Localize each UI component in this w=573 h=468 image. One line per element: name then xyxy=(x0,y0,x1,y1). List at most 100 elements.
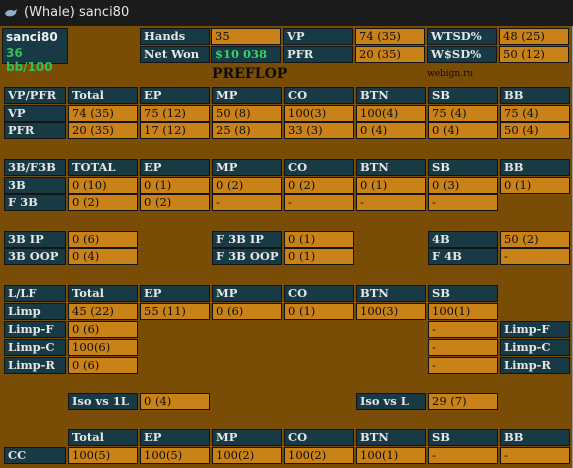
limp-header: MP xyxy=(212,285,282,302)
wsd-label: W$SD% xyxy=(427,46,497,63)
vp-cell: 100(3) xyxy=(284,105,354,122)
cc-header: CO xyxy=(284,429,354,446)
section-title-preflop: PREFLOP xyxy=(212,66,288,82)
four-bet-value: 50 (2) xyxy=(500,231,570,248)
player-winrate: 36 bb/100 xyxy=(6,46,53,74)
limp-cell: 55 (11) xyxy=(140,303,210,320)
iso-vs-l-label: Iso vs L xyxy=(356,393,426,410)
pfr-label: PFR xyxy=(283,46,353,63)
fold-3bet-cell: - xyxy=(212,194,282,211)
watermark: webign.ru xyxy=(427,69,474,79)
fold-4bet-value: - xyxy=(500,248,570,265)
limp-raise-label: Limp-R xyxy=(4,357,66,374)
vp-cell: 74 (35) xyxy=(68,105,138,122)
limp-cell: 0 (6) xyxy=(212,303,282,320)
cc-header: BB xyxy=(500,429,570,446)
cc-header: MP xyxy=(212,429,282,446)
limp-cell: 100(3) xyxy=(356,303,426,320)
window-titlebar[interactable]: (Whale) sanci80 xyxy=(0,0,573,26)
fold-4bet-label: F 4B xyxy=(428,248,498,265)
fold-3bet-cell: - xyxy=(356,194,426,211)
pfr-cell: 25 (8) xyxy=(212,122,282,139)
three-bet-header: TOTAL xyxy=(68,159,138,176)
three-bet-cell: 0 (2) xyxy=(212,177,282,194)
vp-pfr-header: BTN xyxy=(356,87,426,104)
three-bet-cell: 0 (1) xyxy=(500,177,570,194)
fold-3bet-ip-value: 0 (1) xyxy=(284,231,354,248)
cc-cell: - xyxy=(428,447,498,464)
three-bet-cell: 0 (3) xyxy=(428,177,498,194)
fold-3bet-oop-label: F 3B OOP xyxy=(212,248,282,265)
limp-header: CO xyxy=(284,285,354,302)
cc-header: SB xyxy=(428,429,498,446)
vp-value: 74 (35) xyxy=(355,28,425,45)
hands-value: 35 xyxy=(211,28,281,45)
limp-row-label: Limp xyxy=(4,303,66,320)
vp-label: VP xyxy=(283,28,353,45)
window-title: (Whale) sanci80 xyxy=(24,5,130,20)
limp-call-total: 100(6) xyxy=(68,339,138,356)
vp-pfr-header: EP xyxy=(140,87,210,104)
three-bet-row-label: 3B xyxy=(4,177,66,194)
cc-cell: 100(2) xyxy=(212,447,282,464)
limp-call-sb: - xyxy=(428,339,498,356)
three-bet-cell: 0 (10) xyxy=(68,177,138,194)
pfr-cell: 20 (35) xyxy=(68,122,138,139)
three-bet-header: BTN xyxy=(356,159,426,176)
three-bet-ip-label: 3B IP xyxy=(4,231,66,248)
limp-call-bb-label: Limp-C xyxy=(500,339,570,356)
three-bet-oop-value: 0 (4) xyxy=(68,248,138,265)
vp-pfr-header: MP xyxy=(212,87,282,104)
limp-cell: 0 (1) xyxy=(284,303,354,320)
pfr-row-label: PFR xyxy=(4,122,66,139)
limp-fold-total: 0 (6) xyxy=(68,321,138,338)
limp-cell: 45 (22) xyxy=(68,303,138,320)
three-bet-header: SB xyxy=(428,159,498,176)
three-bet-header: CO xyxy=(284,159,354,176)
fold-3bet-cell: 0 (2) xyxy=(140,194,210,211)
three-bet-header: MP xyxy=(212,159,282,176)
cc-row-label: CC xyxy=(4,447,66,464)
cc-cell: 100(5) xyxy=(140,447,210,464)
fold-3bet-cell: - xyxy=(428,194,498,211)
fold-3bet-row-label: F 3B xyxy=(4,194,66,211)
three-bet-ip-value: 0 (6) xyxy=(68,231,138,248)
fold-3bet-ip-label: F 3B IP xyxy=(212,231,282,248)
three-bet-corner: 3B/F3B xyxy=(4,159,66,176)
vp-cell: 50 (8) xyxy=(212,105,282,122)
cc-cell: 100(2) xyxy=(284,447,354,464)
pfr-cell: 0 (4) xyxy=(356,122,426,139)
wtsd-label: WTSD% xyxy=(427,28,497,45)
vp-pfr-corner: VP/PFR xyxy=(4,87,66,104)
pfr-cell: 33 (3) xyxy=(284,122,354,139)
iso-vs-l-value: 29 (7) xyxy=(428,393,498,410)
whale-icon xyxy=(5,9,17,17)
limp-raise-sb: - xyxy=(428,357,498,374)
pfr-cell: 50 (4) xyxy=(500,122,570,139)
limp-header: EP xyxy=(140,285,210,302)
limp-call-label: Limp-C xyxy=(4,339,66,356)
cc-header: Total xyxy=(68,429,138,446)
player-box[interactable]: sanci80 36 bb/100 xyxy=(2,28,68,74)
three-bet-cell: 0 (2) xyxy=(284,177,354,194)
fold-3bet-cell: - xyxy=(284,194,354,211)
cc-header: BTN xyxy=(356,429,426,446)
pfr-cell: 0 (4) xyxy=(428,122,498,139)
limp-header: Total xyxy=(68,285,138,302)
three-bet-cell: 0 (1) xyxy=(140,177,210,194)
limp-fold-bb-label: Limp-F xyxy=(500,321,570,338)
vp-cell: 75 (4) xyxy=(428,105,498,122)
cc-cell: 100(5) xyxy=(68,447,138,464)
limp-header: BTN xyxy=(356,285,426,302)
limp-fold-label: Limp-F xyxy=(4,321,66,338)
hands-label: Hands xyxy=(140,28,210,45)
netwon-value: $10 038 xyxy=(211,46,281,63)
wtsd-value: 48 (25) xyxy=(499,28,569,45)
iso-vs-1l-label: Iso vs 1L xyxy=(68,393,138,410)
pfr-value: 20 (35) xyxy=(355,46,425,63)
limp-header: SB xyxy=(428,285,498,302)
pfr-cell: 17 (12) xyxy=(140,122,210,139)
limp-cell: 100(1) xyxy=(428,303,498,320)
cc-cell: 100(1) xyxy=(356,447,426,464)
three-bet-oop-label: 3B OOP xyxy=(4,248,66,265)
